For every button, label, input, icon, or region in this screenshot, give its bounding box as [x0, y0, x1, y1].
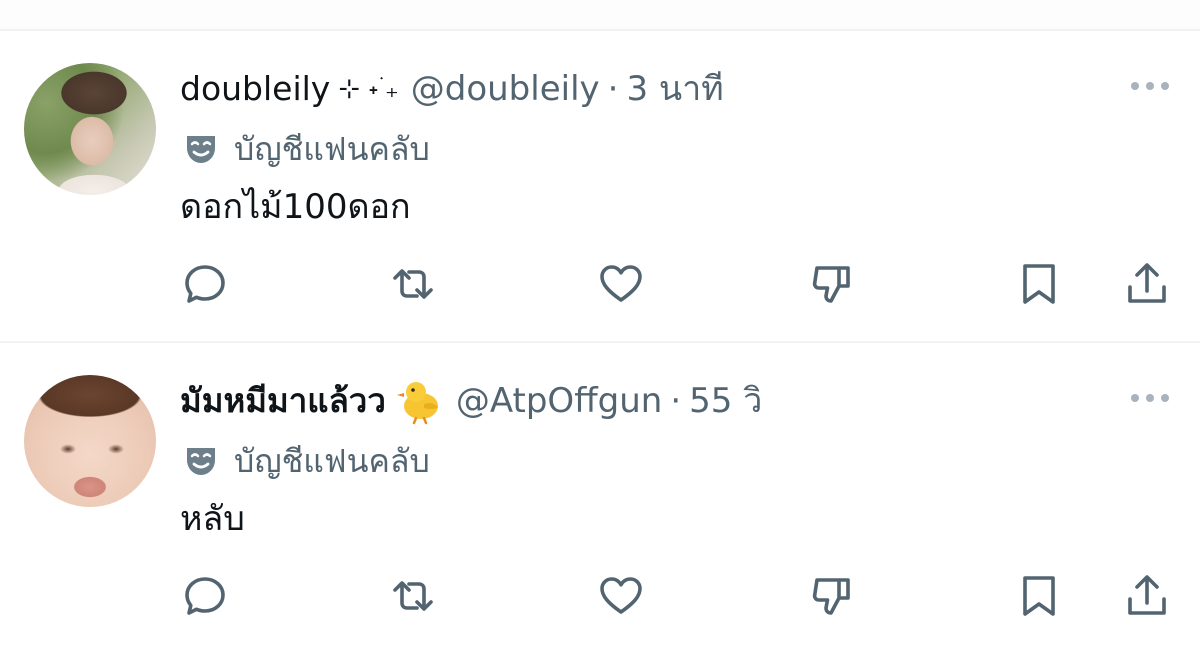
display-name[interactable]: มัมหมีมาแล้วว: [180, 379, 386, 423]
avatar[interactable]: [24, 63, 156, 195]
bookmark-button[interactable]: [1014, 259, 1064, 309]
baby-chick-icon: [396, 382, 438, 425]
heart-icon: [600, 577, 642, 614]
heart-icon: [600, 265, 642, 302]
badge-label: บัญชีแฟนคลับ: [234, 441, 430, 480]
reply-item[interactable]: doubleily ⊹ ˖ ࣪₊ @doubleily · 3 นาที บัญ…: [0, 31, 1200, 343]
dislike-button[interactable]: [806, 571, 856, 621]
thumb-down-icon: [812, 266, 850, 303]
share-icon: [1128, 263, 1166, 303]
more-options-button[interactable]: [1128, 387, 1172, 409]
share-button[interactable]: [1122, 259, 1172, 309]
like-button[interactable]: [596, 259, 646, 309]
separator-dot: ·: [607, 69, 619, 109]
more-options-button[interactable]: [1128, 75, 1172, 97]
reply-button[interactable]: [180, 571, 230, 621]
reply-bubble-icon: [185, 265, 225, 303]
user-handle[interactable]: @doubleily: [411, 67, 600, 111]
repost-icon: [393, 581, 433, 611]
dislike-button[interactable]: [806, 259, 856, 309]
avatar[interactable]: [24, 375, 156, 507]
repost-icon: [393, 269, 433, 299]
reply-header: doubleily ⊹ ˖ ࣪₊ @doubleily · 3 นาที: [180, 67, 724, 111]
timestamp[interactable]: 3 นาที: [626, 67, 723, 111]
badge-label: บัญชีแฟนคลับ: [234, 129, 430, 168]
theater-mask-icon: [187, 136, 215, 163]
like-button[interactable]: [596, 571, 646, 621]
previous-post-edge: [0, 0, 1200, 31]
bookmark-button[interactable]: [1014, 571, 1064, 621]
reply-button[interactable]: [180, 259, 230, 309]
reply-header: มัมหมีมาแล้วว @AtpOffgun · 55 วิ: [180, 379, 762, 425]
bookmark-icon: [1023, 264, 1055, 304]
repost-button[interactable]: [388, 571, 438, 621]
reply-bubble-icon: [185, 577, 225, 615]
fan-account-badge: บัญชีแฟนคลับ: [184, 439, 430, 483]
reply-item[interactable]: มัมหมีมาแล้วว @AtpOffgun · 55 วิ บัญชีแฟ…: [0, 343, 1200, 653]
timestamp[interactable]: 55 วิ: [689, 379, 762, 423]
reply-text: ดอกไม้100ดอก: [180, 187, 411, 227]
theater-mask-icon: [187, 448, 215, 475]
share-icon: [1128, 575, 1166, 615]
separator-dot: ·: [670, 381, 682, 421]
display-name[interactable]: doubleily: [180, 67, 330, 111]
name-decoration: ⊹ ˖ ࣪₊: [338, 74, 399, 104]
share-button[interactable]: [1122, 571, 1172, 621]
fan-account-badge: บัญชีแฟนคลับ: [184, 127, 430, 171]
thumb-down-icon: [812, 578, 850, 615]
repost-button[interactable]: [388, 259, 438, 309]
user-handle[interactable]: @AtpOffgun: [456, 379, 662, 423]
bookmark-icon: [1023, 576, 1055, 616]
more-dots-icon: [1131, 394, 1169, 402]
reply-text: หลับ: [180, 499, 245, 539]
more-dots-icon: [1131, 82, 1169, 90]
